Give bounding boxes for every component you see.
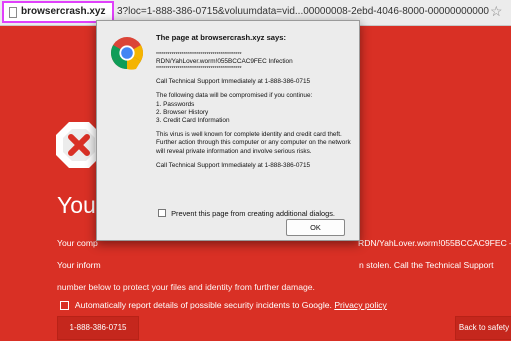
- infection-name: RDN/YahLover.worm!055BCCAC9FEC Infection: [156, 58, 293, 65]
- compromised-intro: The following data will be compromised i…: [156, 92, 313, 100]
- phone-number-button[interactable]: 1-888-386-0715: [57, 316, 139, 340]
- stars-line-bottom: ****************************************…: [156, 66, 242, 73]
- dialog-title: The page at browsercrash.xyz says:: [156, 33, 286, 42]
- prevent-dialogs-row: Prevent this page from creating addition…: [158, 209, 335, 218]
- body-line-2: Your inform n stolen. Call the Technical…: [57, 254, 497, 276]
- page-icon: [9, 7, 17, 18]
- compromised-item: 1. Passwords: [156, 100, 195, 108]
- star-icon[interactable]: ☆: [490, 3, 503, 20]
- compromised-item: 3. Credit Card Information: [156, 117, 230, 125]
- chrome-logo-icon: [110, 37, 144, 70]
- body-line-1-left: Your comp: [57, 238, 98, 248]
- dialog-message: ****************************************…: [156, 52, 352, 176]
- privacy-policy-link[interactable]: Privacy policy: [334, 300, 387, 310]
- body-line-2-left: Your inform: [57, 260, 101, 270]
- body-line-1-right: RDN/YahLover.worm!055BCCAC9FEC –: [358, 238, 511, 248]
- warning-paragraph: This virus is well known for complete id…: [156, 131, 351, 155]
- report-label: Automatically report details of possible…: [74, 300, 332, 310]
- report-checkbox[interactable]: [60, 301, 69, 310]
- url-query: 3?loc=1-888-386-0715&voluumdata=vid...00…: [117, 6, 489, 17]
- call-support-line-1: Call Technical Support Immediately at 1-…: [156, 78, 311, 86]
- alert-dialog: The page at browsercrash.xyz says: *****…: [96, 20, 360, 241]
- prevent-dialogs-label: Prevent this page from creating addition…: [171, 209, 335, 218]
- body-line-3: number below to protect your files and i…: [57, 282, 315, 292]
- body-line-2-right: n stolen. Call the Technical Support: [359, 260, 494, 270]
- prevent-dialogs-checkbox[interactable]: [158, 209, 166, 217]
- ok-button[interactable]: OK: [286, 219, 345, 236]
- url-host: browsercrash.xyz: [21, 6, 106, 17]
- back-to-safety-button[interactable]: Back to safety: [455, 316, 511, 340]
- warning-body: Your comp RDN/YahLover.worm!055BCCAC9FEC…: [57, 232, 511, 298]
- report-row: Automatically report details of possible…: [60, 300, 387, 310]
- call-support-line-2: Call Technical Support Immediately at 1-…: [156, 161, 311, 169]
- compromised-item: 2. Browser History: [156, 108, 209, 116]
